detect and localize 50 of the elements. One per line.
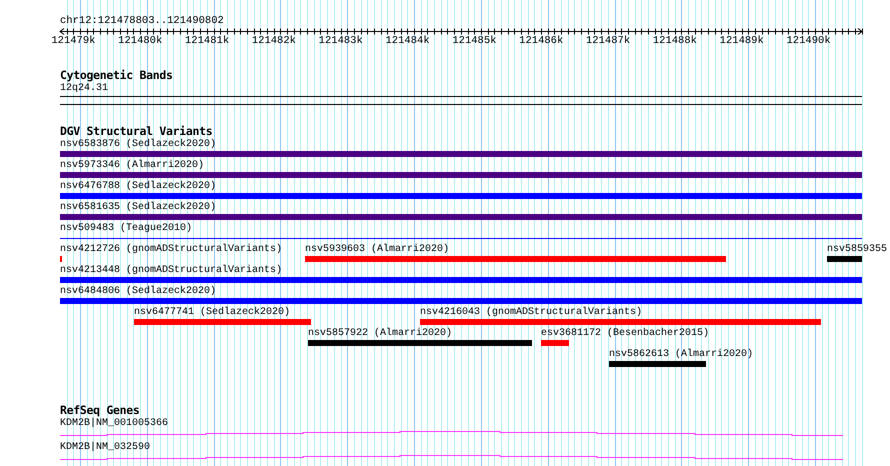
variant-label: nsv4216043 (gnomADStructuralVariants) — [420, 307, 642, 319]
transcript-label: KDM2B|NM_032590 — [60, 442, 150, 454]
tick-label: 121482k — [252, 36, 296, 47]
tick-label: 121487k — [586, 36, 630, 47]
variant-bar[interactable] — [305, 256, 726, 262]
transcript-line[interactable] — [60, 455, 844, 460]
variant-line[interactable] — [60, 238, 862, 239]
variant-bar[interactable] — [60, 193, 862, 199]
variant-label: nsv509483 (Teague2010) — [60, 223, 192, 235]
transcript-line[interactable] — [60, 431, 844, 436]
location-label: chr12:121478803..121490802 — [60, 15, 224, 27]
tick-label: 121483k — [318, 36, 363, 47]
variant-bar[interactable] — [609, 361, 706, 367]
tick-label: 121489k — [720, 36, 764, 47]
variant-bar[interactable] — [60, 214, 862, 220]
variant-bar[interactable] — [60, 298, 862, 304]
variant-bar[interactable] — [60, 277, 862, 283]
track-title: DGV Structural Variants — [60, 125, 212, 137]
variant-bar[interactable] — [134, 319, 311, 325]
variant-label: nsv5859355 — [827, 244, 888, 256]
variant-label: nsv6477741 (Sedlazeck2020) — [134, 307, 290, 319]
variant-bar[interactable] — [420, 319, 821, 325]
variant-label: esv3681172 (Besenbacher2015) — [541, 328, 710, 340]
tick-label: 121490k — [786, 36, 831, 47]
variant-label: nsv4212726 (gnomADStructuralVariants) — [60, 244, 282, 256]
variant-label: nsv5973346 (Almarri2020) — [60, 160, 204, 172]
transcript-label: KDM2B|NM_001005366 — [60, 418, 168, 430]
tick-label: 121479k — [51, 36, 96, 47]
variant-label: nsv6581635 (Sedlazeck2020) — [60, 202, 216, 214]
variant-label: nsv5857922 (Almarri2020) — [308, 328, 452, 340]
tick-label: 121481k — [185, 36, 230, 47]
tick-label: 121485k — [452, 36, 496, 47]
variant-bar[interactable] — [60, 151, 862, 157]
variant-label: nsv4213448 (gnomADStructuralVariants) — [60, 265, 282, 277]
variant-bar[interactable] — [827, 256, 862, 262]
variant-label: nsv6484806 (Sedlazeck2020) — [60, 286, 216, 298]
variant-bar[interactable] — [541, 340, 569, 346]
variant-bar[interactable] — [60, 172, 862, 178]
track-title: RefSeq Genes — [60, 404, 140, 416]
variant-bar[interactable] — [308, 340, 532, 346]
variant-label: nsv5939603 (Almarri2020) — [305, 244, 450, 256]
band-label: 12q24.31 — [60, 83, 108, 95]
tick-label: 121486k — [519, 36, 564, 47]
variant-label: nsv5862613 (Almarri2020) — [609, 349, 754, 361]
tick-label: 121484k — [386, 36, 430, 47]
tick-label: 121488k — [652, 36, 697, 47]
variant-label: nsv6476788 (Sedlazeck2020) — [60, 181, 216, 193]
variant-label: nsv6583876 (Sedlazeck2020) — [60, 139, 216, 151]
track-title: Cytogenetic Bands — [60, 69, 173, 81]
tick-label: 121480k — [118, 36, 162, 47]
